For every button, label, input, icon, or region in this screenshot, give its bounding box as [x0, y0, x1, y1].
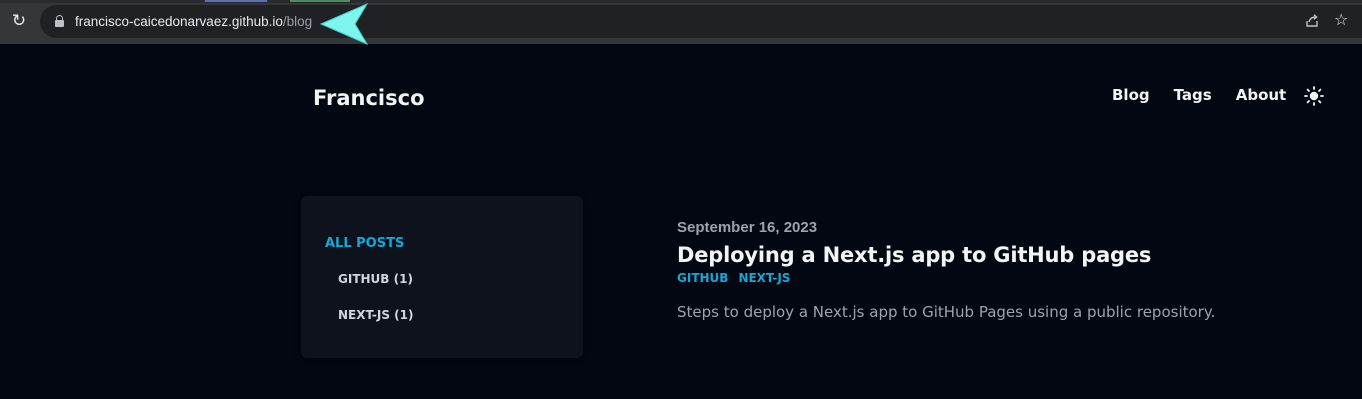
post-tags: GITHUB NEXT-JS: [677, 271, 1317, 285]
url-host: francisco-caicedonarvaez.github.io: [75, 14, 283, 29]
sidebar-tag-next-js[interactable]: NEXT-JS (1): [338, 308, 414, 322]
post-tag-github[interactable]: GITHUB: [677, 271, 728, 285]
url-text[interactable]: francisco-caicedonarvaez.github.io/blog: [75, 13, 312, 30]
star-icon[interactable]: ☆: [1334, 11, 1348, 29]
address-bar[interactable]: francisco-caicedonarvaez.github.io/blog …: [40, 5, 1362, 38]
post-title[interactable]: Deploying a Next.js app to GitHub pages: [677, 243, 1317, 267]
tab-indicator[interactable]: [205, 0, 267, 2]
site-title[interactable]: Francisco: [313, 86, 425, 110]
sidebar-tag-github[interactable]: GITHUB (1): [338, 272, 413, 286]
post-date: September 16, 2023: [677, 219, 818, 236]
all-posts-link[interactable]: ALL POSTS: [325, 236, 404, 251]
nav-tags[interactable]: Tags: [1174, 86, 1212, 104]
lock-icon[interactable]: [55, 15, 64, 27]
reload-icon[interactable]: ↻: [9, 11, 29, 31]
tag-sidebar: ALL POSTS GITHUB (1) NEXT-JS (1): [301, 196, 583, 358]
main-nav: Blog Tags About: [1112, 86, 1286, 104]
sun-icon[interactable]: [1304, 86, 1324, 106]
url-path: /blog: [282, 14, 313, 29]
share-icon[interactable]: [1304, 13, 1320, 29]
nav-blog[interactable]: Blog: [1112, 86, 1150, 104]
post-item: September 16, 2023 Deploying a Next.js a…: [677, 219, 1317, 321]
post-tag-next-js[interactable]: NEXT-JS: [738, 271, 790, 285]
nav-about[interactable]: About: [1236, 86, 1287, 104]
browser-toolbar: ↻ francisco-caicedonarvaez.github.io/blo…: [0, 0, 1362, 46]
cursor-arrow-icon: [319, 2, 369, 46]
post-summary: Steps to deploy a Next.js app to GitHub …: [677, 303, 1216, 321]
